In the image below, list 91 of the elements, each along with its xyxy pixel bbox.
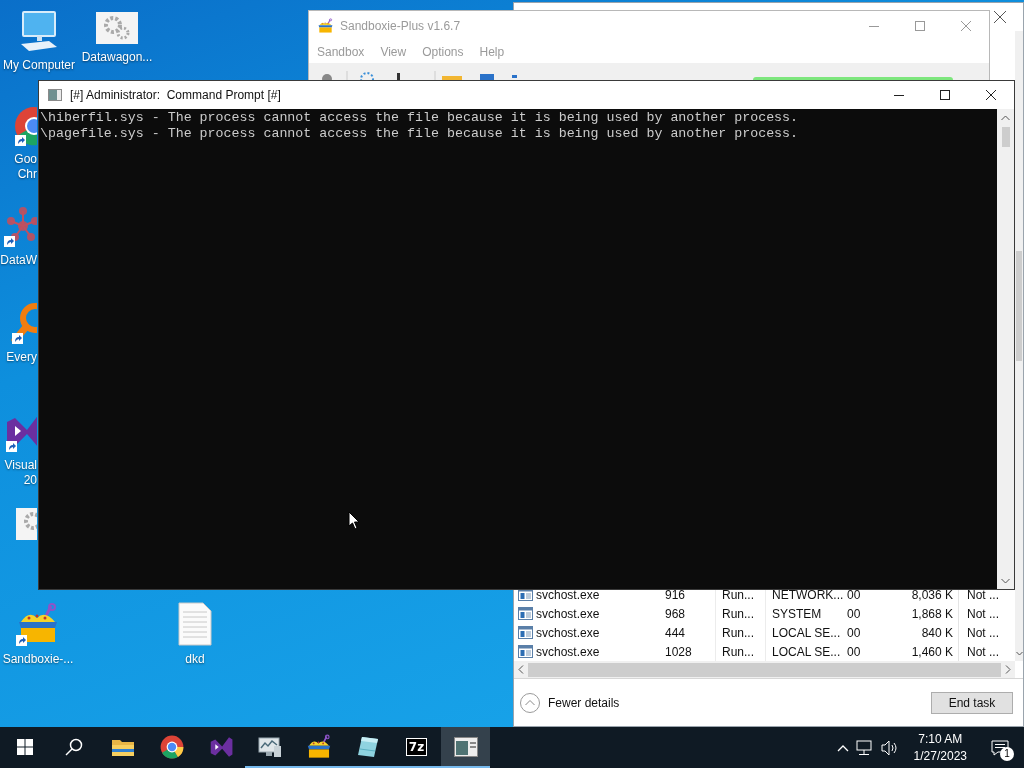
table-cell: Not ...: [967, 587, 999, 602]
table-cell: Run...: [722, 587, 754, 602]
menu-item[interactable]: Sandbox: [309, 45, 373, 59]
icon-label[interactable]: Goo: [14, 152, 37, 167]
table-cell: Run...: [722, 644, 754, 659]
table-cell: 00: [847, 644, 861, 659]
close-icon: [961, 21, 971, 31]
table-cell: svchost.exe: [536, 587, 600, 602]
table-cell: LOCAL SE...: [772, 644, 841, 659]
document-icon[interactable]: [178, 602, 212, 646]
scrollbar-thumb[interactable]: [1001, 127, 1010, 147]
network-icon: [855, 739, 874, 756]
notification-badge: 1: [1000, 747, 1014, 761]
table-cell: svchost.exe: [536, 644, 600, 659]
console-icon: [453, 736, 478, 757]
menu-item[interactable]: Help: [471, 45, 513, 59]
scrollbar-thumb[interactable]: [1016, 251, 1022, 361]
table-cell: Not ...: [967, 606, 999, 621]
icon-label[interactable]: Every: [6, 350, 37, 365]
table-cell: 8,036 K: [911, 587, 953, 602]
menu-item[interactable]: Options: [414, 45, 472, 59]
close-icon: [994, 11, 1006, 23]
icon-label[interactable]: Chr: [17, 167, 37, 182]
table-cell: SYSTEM: [772, 606, 822, 621]
notifications-button[interactable]: 1: [982, 727, 1018, 768]
icon-label[interactable]: Sandboxie-...: [2, 652, 74, 667]
maximize-icon: [915, 21, 925, 31]
table-cell: LOCAL SE...: [772, 625, 841, 640]
scroll-down-icon: [1015, 651, 1023, 656]
scrollbar-thumb[interactable]: [528, 662, 1001, 677]
table-cell: svchost.exe: [536, 625, 600, 640]
gear-icon[interactable]: [16, 508, 37, 540]
taskbar-button[interactable]: [441, 727, 490, 768]
fewer-details-link[interactable]: Fewer details: [520, 692, 620, 713]
window-title: Sandboxie-Plus v1.6.7: [340, 19, 461, 33]
table-cell: Not ...: [967, 625, 999, 640]
table-cell: Not ...: [967, 644, 999, 659]
scroll-down-icon: [1001, 578, 1010, 584]
table-cell: 968: [665, 606, 686, 621]
table-cell: 1,868 K: [911, 606, 953, 621]
table-cell: 916: [665, 587, 686, 602]
scroll-right-icon: [1005, 665, 1011, 674]
collapse-icon: [520, 692, 540, 713]
window-icon: [518, 607, 533, 620]
table-cell: 00: [847, 587, 861, 602]
chevron-up-icon: [836, 743, 849, 752]
table-cell: Run...: [722, 625, 754, 640]
browser-icon: [159, 734, 184, 759]
icon-label[interactable]: DataW: [0, 253, 37, 268]
windows-icon: [16, 738, 33, 755]
clock-date[interactable]: 1/27/2023: [913, 747, 967, 765]
computer-icon[interactable]: [19, 10, 59, 52]
menu-item[interactable]: View: [372, 45, 415, 59]
window-icon: [518, 645, 533, 658]
table-cell: 1,460 K: [911, 644, 953, 659]
console-icon: [48, 89, 62, 101]
gear-icon[interactable]: [96, 12, 138, 44]
table-cell: 444: [665, 625, 686, 640]
table-cell: svchost.exe: [536, 606, 600, 621]
icon-label[interactable]: dkd: [185, 652, 205, 667]
maximize-icon: [940, 90, 950, 100]
scroll-up-icon: [1001, 115, 1010, 121]
console-line: \pagefile.sys - The process cannot access the file because it is being used by another process.: [40, 126, 799, 142]
icon-label[interactable]: Visual: [4, 458, 37, 473]
message-icon: [991, 739, 1009, 756]
search-icon: [64, 737, 83, 756]
monitor-icon: [257, 735, 282, 758]
vertical-scrollbar[interactable]: [997, 109, 1014, 589]
horizontal-scrollbar[interactable]: [514, 661, 1015, 678]
sandbox-icon: [317, 18, 334, 34]
volume-icon: [880, 739, 899, 756]
window-icon: [518, 626, 533, 639]
mouse-pointer-icon: [348, 511, 360, 530]
table-cell: NETWORK...: [772, 587, 844, 602]
table-cell: 00: [847, 606, 861, 621]
clock-time[interactable]: 7:10 AM: [918, 730, 963, 748]
end-task-button[interactable]: End task: [931, 691, 1013, 714]
close-icon: [986, 90, 996, 100]
table-cell: 840 K: [921, 625, 953, 640]
table-cell: 1028: [665, 644, 692, 659]
icon-label[interactable]: My Computer: [3, 58, 75, 73]
window-title: [#] Administrator: Command Prompt [#]: [70, 88, 281, 102]
scroll-left-icon: [518, 665, 524, 674]
table-cell: Run...: [722, 606, 754, 621]
table-cell: 00: [847, 625, 861, 640]
icon-label[interactable]: 20: [23, 473, 37, 488]
vertical-scrollbar[interactable]: [1015, 31, 1023, 661]
app-logo: 7z: [405, 737, 428, 756]
icon-label[interactable]: Datawagon...: [81, 50, 153, 65]
notebook-icon: [355, 734, 380, 759]
console-line: \hiberfil.sys - The process cannot access the file because it is being used by another process.: [40, 110, 799, 126]
